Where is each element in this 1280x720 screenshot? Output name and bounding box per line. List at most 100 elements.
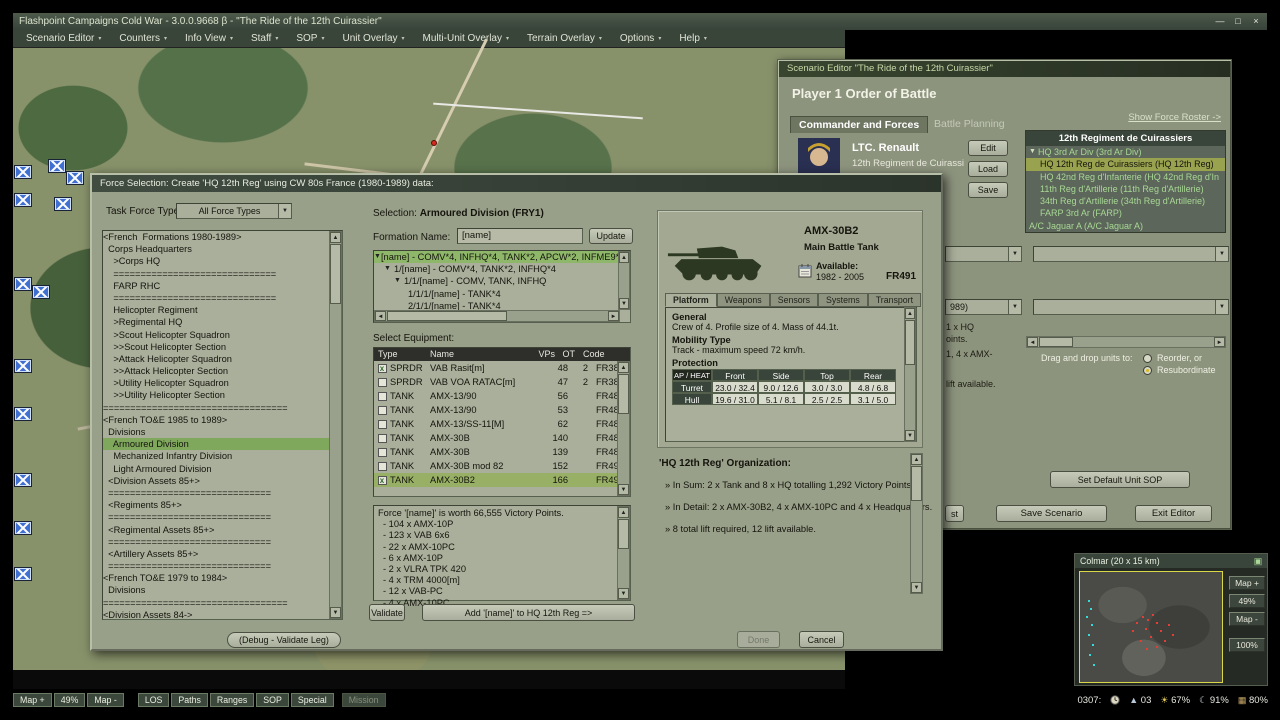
tab-battle-planning[interactable]: Battle Planning bbox=[926, 116, 1013, 132]
force-tree-item[interactable]: >Utility Helicopter Squadron bbox=[103, 377, 330, 389]
menu-help[interactable]: Help▾ bbox=[670, 33, 716, 44]
los-button[interactable]: LOS bbox=[138, 693, 170, 707]
force-tree-item[interactable]: <French TO&E 1979 to 1984> bbox=[103, 572, 330, 584]
paths-button[interactable]: Paths bbox=[171, 693, 208, 707]
roster-item[interactable]: 34th Reg d'Artillerie (34th Reg d'Artill… bbox=[1026, 195, 1225, 207]
equipment-checkbox[interactable] bbox=[378, 462, 387, 471]
equipment-row[interactable]: TANKAMX-30B139FR489 bbox=[374, 445, 630, 459]
menu-counters[interactable]: Counters▾ bbox=[110, 33, 176, 44]
force-tree-item[interactable]: <French Formations 1980-1989> bbox=[103, 231, 330, 243]
menu-staff[interactable]: Staff▾ bbox=[242, 33, 287, 44]
equipment-checkbox[interactable]: x bbox=[378, 364, 387, 373]
force-tree-item[interactable]: <Regimental Assets 85+> bbox=[103, 524, 330, 536]
tree-open-icon[interactable]: ▼ bbox=[394, 275, 404, 287]
radio-resubordinate[interactable] bbox=[1143, 366, 1152, 375]
save-button[interactable]: Save bbox=[968, 182, 1008, 198]
force-tree-item[interactable]: Corps Headquarters bbox=[103, 243, 330, 255]
scroll-thumb[interactable] bbox=[911, 466, 922, 501]
equipment-row[interactable]: TANKAMX-13/9053FR484 bbox=[374, 403, 630, 417]
clipped-button[interactable]: st bbox=[945, 505, 964, 522]
scroll-thumb[interactable] bbox=[387, 311, 507, 321]
unit-counter[interactable] bbox=[15, 568, 31, 580]
equipment-row[interactable]: TANKAMX-13/9056FR483 bbox=[374, 389, 630, 403]
sop-button[interactable]: SOP bbox=[256, 693, 289, 707]
scroll-thumb[interactable] bbox=[330, 244, 341, 304]
update-button[interactable]: Update bbox=[589, 228, 633, 244]
task-force-type-combo[interactable]: All Force Types ▼ bbox=[176, 203, 292, 219]
force-tree-item[interactable]: FARP RHC bbox=[103, 280, 330, 292]
force-tree-item[interactable]: <Regiments 85+> bbox=[103, 499, 330, 511]
unit-counter[interactable] bbox=[15, 474, 31, 486]
formation-node[interactable]: ▼1/1/[name] - COMV, TANK, INFHQ bbox=[374, 275, 630, 287]
force-tree-item[interactable]: >>Scout Helicopter Section bbox=[103, 341, 330, 353]
equipment-vscrollbar[interactable]: ▲ ▼ bbox=[617, 361, 630, 496]
close-button[interactable]: × bbox=[1249, 13, 1263, 30]
scroll-thumb[interactable] bbox=[618, 519, 629, 549]
equipment-checkbox[interactable] bbox=[378, 406, 387, 415]
unit-counter[interactable] bbox=[67, 172, 83, 184]
equipment-checkbox[interactable] bbox=[378, 378, 387, 387]
menu-terrain-overlay[interactable]: Terrain Overlay▾ bbox=[518, 33, 611, 44]
force-tree-item[interactable]: >Regimental HQ bbox=[103, 316, 330, 328]
scroll-left-button[interactable]: ◄ bbox=[1027, 337, 1038, 347]
cancel-button[interactable]: Cancel bbox=[799, 631, 844, 648]
force-tree-item[interactable]: ================================== bbox=[103, 597, 330, 609]
scroll-down-button[interactable]: ▼ bbox=[619, 298, 629, 309]
detail-vscrollbar[interactable]: ▲ ▼ bbox=[904, 307, 916, 442]
formation-name-input[interactable]: [name] bbox=[457, 228, 583, 244]
unit-counter[interactable] bbox=[15, 194, 31, 206]
scroll-right-button[interactable]: ► bbox=[1214, 337, 1225, 347]
roster-item[interactable]: A/C Jaguar A (A/C Jaguar A) bbox=[1026, 220, 1225, 232]
force-tree-item-selected[interactable]: Armoured Division bbox=[103, 438, 330, 450]
roster-item[interactable]: 11th Reg d'Artillerie (11th Reg d'Artill… bbox=[1026, 183, 1225, 195]
minimap-panel-icon[interactable]: ▣ bbox=[1254, 554, 1262, 568]
scroll-up-button[interactable]: ▲ bbox=[618, 362, 629, 373]
scroll-up-button[interactable]: ▲ bbox=[330, 232, 341, 243]
roster-item[interactable]: ▼HQ 3rd Ar Div (3rd Ar Div) bbox=[1026, 146, 1225, 158]
equipment-row[interactable]: TANKAMX-30B mod 82152FR490 bbox=[374, 459, 630, 473]
debug-validate-button[interactable]: (Debug - Validate Leg) bbox=[227, 632, 341, 648]
unit-counter[interactable] bbox=[49, 160, 65, 172]
tab-systems[interactable]: Systems bbox=[818, 293, 868, 307]
formation-vscrollbar[interactable]: ▲ ▼ bbox=[618, 251, 630, 310]
roster-combo-2[interactable]: ▼ bbox=[1033, 299, 1229, 315]
scroll-right-button[interactable]: ► bbox=[608, 311, 619, 321]
map-zoom-in-button[interactable]: Map + bbox=[13, 693, 52, 707]
tree-vscrollbar[interactable]: ▲ ▼ bbox=[329, 231, 342, 619]
scroll-down-button[interactable]: ▼ bbox=[618, 484, 629, 495]
scroll-down-button[interactable]: ▼ bbox=[330, 607, 341, 618]
map-zoom-out-button[interactable]: Map - bbox=[87, 693, 124, 707]
force-tree-item[interactable]: Helicopter Regiment bbox=[103, 304, 330, 316]
force-tree-item[interactable]: Light Armoured Division bbox=[103, 463, 330, 475]
roster-combo-1[interactable]: ▼ bbox=[1033, 246, 1229, 262]
force-tree-item[interactable]: <Division Assets 84-> bbox=[103, 609, 330, 621]
force-tree-item[interactable]: Mechanized Infantry Division bbox=[103, 450, 330, 462]
force-tree-item[interactable]: ============================== bbox=[103, 560, 330, 572]
scroll-thumb[interactable] bbox=[618, 374, 629, 414]
special-button[interactable]: Special bbox=[291, 693, 334, 707]
minimap-zoom-out-button[interactable]: Map - bbox=[1229, 612, 1265, 626]
unit-counter[interactable] bbox=[33, 286, 49, 298]
formation-node[interactable]: ▼1/[name] - COMV*4, TANK*2, INFHQ*4 bbox=[374, 263, 630, 275]
unit-counter[interactable] bbox=[15, 522, 31, 534]
force-tree-item[interactable]: ============================== bbox=[103, 292, 330, 304]
force-tree-item[interactable]: ================================== bbox=[103, 402, 330, 414]
force-tree-item[interactable]: ============================== bbox=[103, 487, 330, 499]
scroll-thumb[interactable] bbox=[905, 320, 915, 365]
edit-button[interactable]: Edit bbox=[968, 140, 1008, 156]
ranges-button[interactable]: Ranges bbox=[210, 693, 254, 707]
tab-weapons[interactable]: Weapons bbox=[717, 293, 770, 307]
set-default-unit-sop-button[interactable]: Set Default Unit SOP bbox=[1050, 471, 1190, 488]
tab-transport[interactable]: Transport bbox=[868, 293, 921, 307]
tree-open-icon[interactable]: ▼ bbox=[1029, 146, 1038, 158]
scroll-down-button[interactable]: ▼ bbox=[911, 582, 922, 593]
scroll-up-button[interactable]: ▲ bbox=[618, 507, 629, 518]
load-button[interactable]: Load bbox=[968, 161, 1008, 177]
menu-info-view[interactable]: Info View▾ bbox=[176, 33, 242, 44]
formation-hscrollbar[interactable]: ◄ ► bbox=[374, 310, 620, 322]
done-button[interactable]: Done bbox=[737, 631, 780, 648]
force-tree-item[interactable]: ============================== bbox=[103, 511, 330, 523]
force-tree-item[interactable]: >>Utility Helicopter Section bbox=[103, 389, 330, 401]
equipment-row[interactable]: TANKAMX-30B140FR488 bbox=[374, 431, 630, 445]
radio-reorder-label[interactable]: Reorder, or bbox=[1157, 353, 1202, 363]
